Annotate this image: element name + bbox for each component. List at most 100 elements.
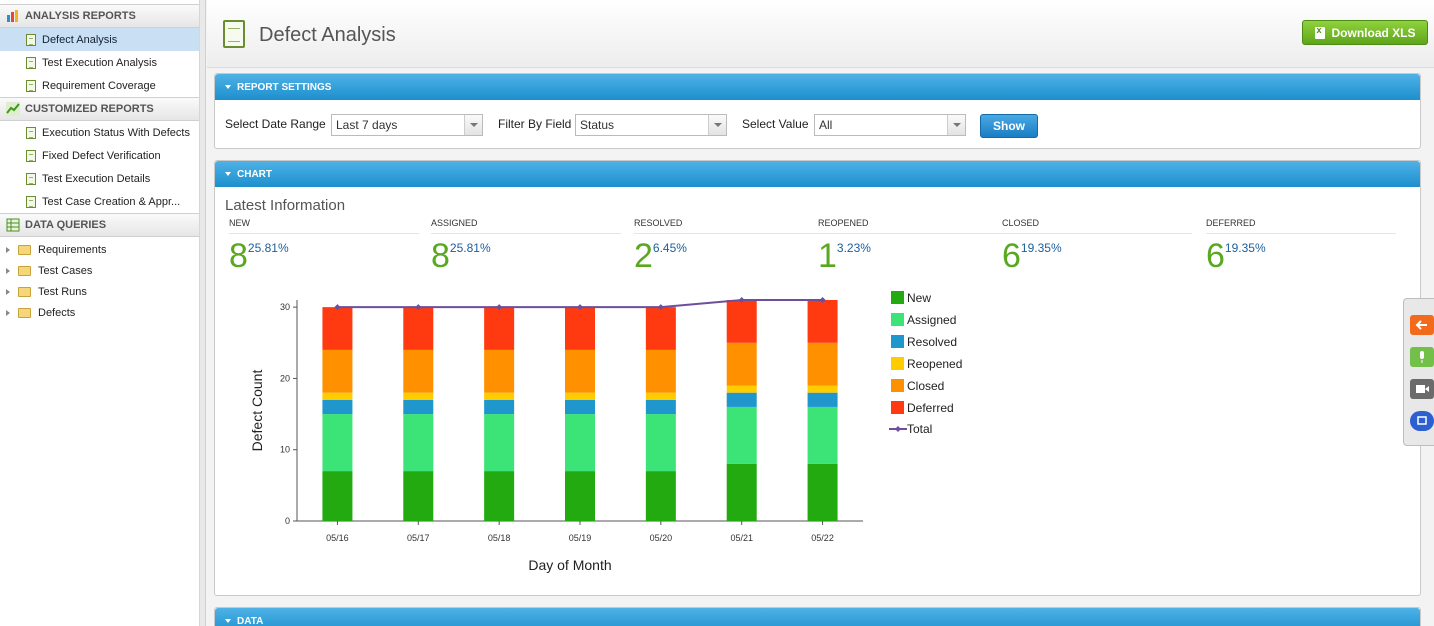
expand-arrow-icon[interactable] bbox=[6, 267, 10, 274]
chevron-down-icon[interactable] bbox=[464, 115, 482, 135]
bar-segment-resolved bbox=[645, 399, 676, 415]
bar-segment-resolved bbox=[726, 392, 757, 407]
nav-item-requirement-coverage[interactable]: Requirement Coverage bbox=[0, 74, 199, 97]
back-arrow-icon[interactable] bbox=[1410, 315, 1434, 335]
bar-segment-new bbox=[726, 463, 757, 521]
x-axis-title: Day of Month bbox=[528, 557, 611, 573]
legend-line-marker bbox=[895, 426, 901, 432]
report-icon bbox=[26, 79, 36, 92]
bar-segment-new bbox=[807, 463, 838, 521]
screen-share-icon[interactable] bbox=[1410, 411, 1434, 431]
collapse-caret-icon bbox=[225, 85, 231, 89]
bar-segment-closed bbox=[726, 342, 757, 386]
nav-item-label: Test Execution Details bbox=[42, 172, 151, 185]
tree-item-test-runs[interactable]: Test Runs bbox=[0, 281, 199, 302]
select-value-select[interactable]: All bbox=[814, 114, 966, 136]
tree-item-label: Test Runs bbox=[38, 285, 87, 298]
folder-icon bbox=[18, 307, 31, 318]
y-tick-label: 10 bbox=[280, 445, 290, 455]
legend-label: Assigned bbox=[907, 313, 956, 327]
folder-icon bbox=[18, 244, 31, 255]
legend-label: Total bbox=[907, 422, 932, 436]
tree-item-label: Test Cases bbox=[38, 264, 93, 277]
analysis-reports-title: ANALYSIS REPORTS bbox=[25, 10, 136, 22]
nav-item-test-case-creation[interactable]: Test Case Creation & Appr... bbox=[0, 190, 199, 213]
sidebar: ANALYSIS REPORTS Defect Analysis Test Ex… bbox=[0, 0, 200, 626]
legend-swatch bbox=[891, 401, 904, 414]
legend-label: Closed bbox=[907, 379, 944, 393]
report-settings-panel: REPORT SETTINGS Select Date Range Last 7… bbox=[214, 73, 1421, 149]
tree-item-requirements[interactable]: Requirements bbox=[0, 239, 199, 260]
tree-item-test-cases[interactable]: Test Cases bbox=[0, 260, 199, 281]
sidebar-splitter[interactable] bbox=[200, 0, 206, 626]
defect-stacked-bar-chart: 0 10 20 30 05/16 05/17 05/18 05/19 05/20 05/21 05/… bbox=[249, 291, 962, 573]
data-panel-header[interactable]: DATA bbox=[215, 608, 1420, 626]
nav-item-label: Execution Status With Defects bbox=[42, 126, 190, 139]
tree-item-label: Defects bbox=[38, 306, 76, 319]
data-panel: DATA bbox=[214, 607, 1421, 626]
bar-segment-assigned bbox=[807, 406, 838, 464]
download-xls-button[interactable]: Download XLS bbox=[1302, 20, 1428, 45]
select-value-value: All bbox=[819, 118, 833, 132]
date-range-label: Select Date Range bbox=[225, 117, 326, 131]
nav-item-test-execution-details[interactable]: Test Execution Details bbox=[0, 167, 199, 190]
filter-field-select[interactable]: Status bbox=[575, 114, 727, 136]
expand-arrow-icon[interactable] bbox=[6, 309, 10, 316]
folder-icon bbox=[18, 265, 31, 276]
expand-arrow-icon[interactable] bbox=[6, 288, 10, 295]
nav-item-execution-status[interactable]: Execution Status With Defects bbox=[0, 121, 199, 144]
legend-swatch bbox=[891, 313, 904, 326]
table-icon bbox=[6, 218, 20, 232]
bar-segment-new bbox=[484, 471, 515, 521]
nav-item-label: Test Execution Analysis bbox=[42, 56, 157, 69]
chevron-down-icon[interactable] bbox=[947, 115, 965, 135]
nav-item-fixed-defect-verification[interactable]: Fixed Defect Verification bbox=[0, 144, 199, 167]
report-icon bbox=[26, 195, 36, 208]
customized-reports-header[interactable]: CUSTOMIZED REPORTS bbox=[0, 97, 199, 121]
video-camera-icon[interactable] bbox=[1410, 379, 1434, 399]
bar-segment-assigned bbox=[726, 406, 757, 464]
report-icon bbox=[26, 149, 36, 162]
chevron-down-icon[interactable] bbox=[708, 115, 726, 135]
bar-segment-closed bbox=[484, 349, 515, 393]
x-tick-label: 05/16 bbox=[326, 533, 349, 543]
chart-panel: CHART Latest Information NEW 8 25.81% ASS… bbox=[214, 160, 1421, 596]
nav-item-label: Fixed Defect Verification bbox=[42, 149, 161, 162]
customized-reports-title: CUSTOMIZED REPORTS bbox=[25, 103, 154, 115]
page-header: Defect Analysis Download XLS bbox=[207, 0, 1434, 68]
data-queries-header[interactable]: DATA QUERIES bbox=[0, 213, 199, 237]
expand-arrow-icon[interactable] bbox=[6, 246, 10, 253]
nav-item-test-execution-analysis[interactable]: Test Execution Analysis bbox=[0, 51, 199, 74]
data-queries-title: DATA QUERIES bbox=[25, 219, 107, 231]
bar-segment-reopened bbox=[484, 392, 515, 400]
legend-swatch bbox=[891, 335, 904, 348]
bar-segment-resolved bbox=[807, 392, 838, 407]
tree-item-defects[interactable]: Defects bbox=[0, 302, 199, 323]
collapse-caret-icon bbox=[225, 619, 231, 623]
report-settings-header[interactable]: REPORT SETTINGS bbox=[215, 74, 1420, 100]
bar-segment-assigned bbox=[645, 414, 676, 472]
bar-segment-reopened bbox=[726, 385, 757, 393]
bar-segment-new bbox=[322, 471, 353, 521]
bar-segment-deferred bbox=[726, 300, 757, 343]
bar-segment-resolved bbox=[484, 399, 515, 415]
nav-item-defect-analysis[interactable]: Defect Analysis bbox=[0, 28, 199, 51]
x-tick-label: 05/22 bbox=[811, 533, 834, 543]
analysis-reports-header[interactable]: ANALYSIS REPORTS bbox=[0, 4, 199, 28]
report-icon bbox=[26, 33, 36, 46]
legend-label: Resolved bbox=[907, 335, 957, 349]
show-button[interactable]: Show bbox=[980, 114, 1038, 138]
filter-field-value: Status bbox=[580, 118, 615, 132]
bar-segment-closed bbox=[322, 349, 353, 393]
folder-icon bbox=[18, 286, 31, 297]
filter-field-label: Filter By Field bbox=[498, 117, 572, 131]
date-range-value: Last 7 days bbox=[336, 118, 398, 132]
microphone-icon[interactable] bbox=[1410, 347, 1434, 367]
bar-chart-icon bbox=[6, 9, 20, 23]
date-range-select[interactable]: Last 7 days bbox=[331, 114, 483, 136]
data-panel-title: DATA bbox=[237, 615, 264, 626]
bar-segment-new bbox=[645, 471, 676, 521]
nav-item-label: Test Case Creation & Appr... bbox=[42, 195, 181, 208]
legend-swatch bbox=[891, 379, 904, 392]
bar-segment-new bbox=[403, 471, 434, 521]
